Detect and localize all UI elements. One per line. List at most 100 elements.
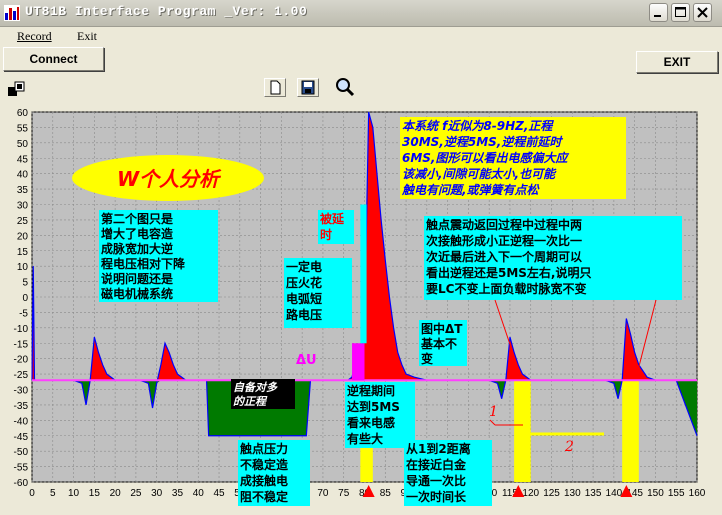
note-top-right-line: 该减小,间隙可能太小,也可能 xyxy=(402,167,557,181)
menu-record-label: Record xyxy=(17,29,52,43)
note-left-line: 第二个图只是 xyxy=(101,211,174,226)
note-reverse-line: 逆程期间 xyxy=(347,383,395,398)
close-icon xyxy=(697,7,708,18)
highlight-bar xyxy=(514,380,531,482)
y-tick-label: -50 xyxy=(14,447,29,458)
note-left-line: 增大了电容造 xyxy=(101,226,174,241)
connect-button[interactable]: Connect xyxy=(3,47,104,71)
y-tick-label: 35 xyxy=(17,185,29,196)
x-tick-label: 30 xyxy=(151,488,163,499)
zoom-button[interactable] xyxy=(333,76,357,98)
menu-record[interactable]: Record xyxy=(17,29,52,44)
note-pressure-line: 阻不稳定 xyxy=(240,489,288,504)
window-title: UT81B Interface Program _Ver: 1.00 xyxy=(25,4,308,19)
y-tick-label: 40 xyxy=(17,170,29,181)
note-spark-line: 路电压 xyxy=(286,307,322,322)
x-tick-label: 85 xyxy=(380,488,392,499)
y-tick-label: -40 xyxy=(14,416,29,427)
note-mid-line: 图中ΔT xyxy=(421,321,463,336)
x-tick-label: 140 xyxy=(606,488,623,499)
y-tick-label: 15 xyxy=(17,247,29,258)
panel-toggle-button[interactable] xyxy=(6,81,30,97)
title-bar: UT81B Interface Program _Ver: 1.00 xyxy=(0,0,722,27)
y-tick-label: 45 xyxy=(17,154,29,165)
x-tick-label: 15 xyxy=(89,488,101,499)
note-reverse-line: 达到5MS xyxy=(347,399,400,414)
note-black-line: 自备对多 xyxy=(233,381,278,394)
y-tick-label: -20 xyxy=(14,355,29,366)
y-tick-label: 10 xyxy=(17,262,29,273)
x-tick-label: 160 xyxy=(689,488,706,499)
y-tick-label: -35 xyxy=(14,401,29,412)
zoom-magnifier-icon xyxy=(336,78,355,97)
x-tick-label: 70 xyxy=(317,488,329,499)
y-tick-label: 25 xyxy=(17,216,29,227)
note-distance-line: 一次时间长 xyxy=(406,489,467,504)
y-tick-label: 60 xyxy=(17,108,29,119)
note-top-right-line: 本系统 f近似为8-9HZ,正程 xyxy=(402,119,554,133)
x-tick-label: 0 xyxy=(29,488,35,499)
save-button[interactable] xyxy=(297,78,319,97)
y-tick-label: 55 xyxy=(17,123,29,134)
note-mid-line: 变 xyxy=(421,351,433,366)
x-tick-label: 150 xyxy=(647,488,664,499)
x-tick-label: 135 xyxy=(585,488,602,499)
x-tick-label: 130 xyxy=(564,488,581,499)
y-tick-label: -15 xyxy=(14,339,29,350)
bar-chart-icon xyxy=(4,5,20,21)
x-tick-label: 10 xyxy=(68,488,80,499)
marker-1: 1 xyxy=(489,404,498,420)
note-left-line: 成脉宽加大逆 xyxy=(101,241,173,256)
y-tick-label: -45 xyxy=(14,432,29,443)
y-tick-label: -55 xyxy=(14,463,29,474)
note-pressure-line: 成接触电 xyxy=(240,473,288,488)
waveform-chart: 605550454035302520151050-5-10-15-20-25-3… xyxy=(14,108,706,506)
note-top-right-line: 30MS,逆程5MS,逆程前延时 xyxy=(402,135,563,149)
y-tick-label: 5 xyxy=(22,278,28,289)
close-button[interactable] xyxy=(693,3,712,22)
minimize-button[interactable] xyxy=(649,3,668,22)
panel-toggle-icon xyxy=(8,81,25,96)
note-black-line: 的正程 xyxy=(233,395,268,408)
note-spark-line: 电弧短 xyxy=(286,291,322,306)
y-tick-label: -60 xyxy=(14,478,29,489)
menu-exit-label: Exit xyxy=(77,29,97,43)
x-tick-label: 45 xyxy=(213,488,225,499)
note-spark-line: 压火花 xyxy=(286,275,322,290)
title-note: W个人分析 xyxy=(117,167,222,191)
note-top-right-line: 触电有问题,或弹簧有点松 xyxy=(401,183,541,197)
note-distance-line: 导通一次比 xyxy=(406,473,466,488)
note-spark-line: 一定电 xyxy=(286,259,322,274)
x-tick-label: 75 xyxy=(338,488,350,499)
x-tick-label: 20 xyxy=(110,488,122,499)
x-tick-label: 5 xyxy=(50,488,56,499)
y-tick-label: 50 xyxy=(17,139,29,150)
note-left-line: 程电压相对下降 xyxy=(101,256,186,271)
y-tick-label: -5 xyxy=(19,308,28,319)
y-tick-label: 0 xyxy=(22,293,28,304)
y-tick-label: 20 xyxy=(17,231,29,242)
new-button[interactable] xyxy=(264,78,286,97)
note-mid-line: 基本不 xyxy=(420,336,457,351)
note-delay-line: 被延 xyxy=(320,211,345,226)
note-reverse-line: 看来电感 xyxy=(347,415,395,430)
maximize-button[interactable] xyxy=(671,3,690,22)
note-delay-line: 时 xyxy=(320,227,332,242)
delay-region xyxy=(360,204,367,344)
note-top-right-line: 6MS,图形可以看出电感偏大应 xyxy=(402,151,569,165)
y-tick-label: -30 xyxy=(14,386,29,397)
note-reverse-line: 有些大 xyxy=(347,431,383,446)
spark-region xyxy=(352,343,365,381)
note-contact-line: 要LC不变上面负载时脉宽不变 xyxy=(426,281,586,296)
menu-exit[interactable]: Exit xyxy=(77,29,97,44)
highlight-bar xyxy=(622,380,639,482)
minimize-icon xyxy=(654,15,661,17)
x-tick-label: 125 xyxy=(543,488,560,499)
note-distance-line: 在接近白金 xyxy=(406,457,467,472)
y-tick-label: -25 xyxy=(14,370,29,381)
menu-bar: Record Exit xyxy=(0,27,722,46)
note-contact-line: 看出逆程还是5MS左右,说明只 xyxy=(426,265,592,280)
note-pressure-line: 触点压力 xyxy=(240,441,288,456)
exit-button[interactable]: EXIT xyxy=(636,51,718,73)
new-file-icon xyxy=(270,80,281,95)
